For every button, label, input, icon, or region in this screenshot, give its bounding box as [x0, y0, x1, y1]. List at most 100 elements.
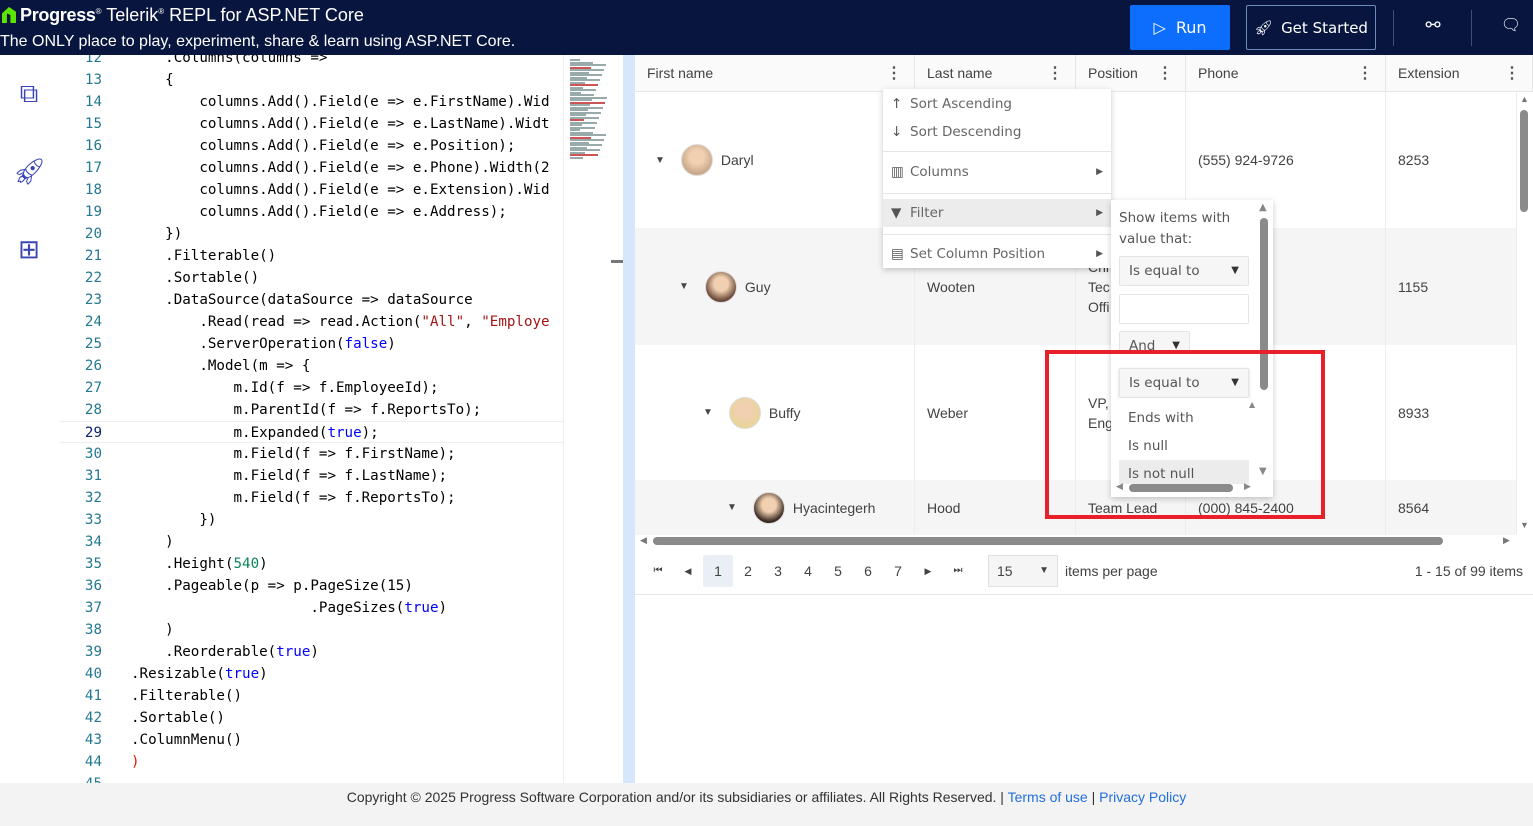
page-size-dropdown[interactable]: 15 ▼	[988, 555, 1058, 587]
menu-item-sort-descending[interactable]: ↓ Sort Descending	[883, 118, 1111, 146]
last-page-icon[interactable]: ⏭	[943, 555, 973, 587]
line-number: 24	[84, 314, 102, 330]
expand-caret-icon[interactable]: ▼	[727, 502, 737, 513]
code-line[interactable]: 44)	[60, 751, 563, 773]
privacy-policy-link[interactable]: Privacy Policy	[1099, 789, 1186, 805]
column-menu-icon[interactable]: ⋮	[1157, 55, 1173, 92]
code-line[interactable]: 37 .PageSizes(true)	[60, 597, 563, 619]
code-line[interactable]: 41 .Filterable()	[60, 685, 563, 707]
feedback-icon[interactable]: 🗨︎	[1498, 15, 1524, 41]
splitter-bar[interactable]	[623, 55, 635, 783]
code-line[interactable]: 19 columns.Add().Field(e => e.Address);	[60, 201, 563, 223]
code-line[interactable]: 14 columns.Add().Field(e => e.FirstName)…	[60, 91, 563, 113]
scroll-up-icon[interactable]: ▲	[1520, 94, 1529, 104]
page-4-button[interactable]: 4	[793, 555, 823, 587]
code-line[interactable]: 33 })	[60, 509, 563, 531]
menu-label: Sort Descending	[910, 124, 1022, 140]
menu-item-sort-ascending[interactable]: ↑ Sort Ascending	[883, 90, 1111, 118]
code-line[interactable]: 31 m.Field(f => f.LastName);	[60, 465, 563, 487]
code-line[interactable]: 25 .ServerOperation(false)	[60, 333, 563, 355]
code-line[interactable]: 24 .Read(read => read.Action("All", "Emp…	[60, 311, 563, 333]
expand-caret-icon[interactable]: ▼	[655, 155, 665, 166]
code-line[interactable]: 21 .Filterable()	[60, 245, 563, 267]
line-number: 35	[84, 556, 102, 572]
code-line[interactable]: 34 )	[60, 531, 563, 553]
splitter-grip[interactable]	[611, 260, 623, 263]
prev-page-icon[interactable]: ◀	[673, 555, 703, 587]
code-line[interactable]: 39 .Reorderable(true)	[60, 641, 563, 663]
menu-item-filter[interactable]: ▼ Filter ▶	[883, 199, 1111, 227]
code-line[interactable]: 32 m.Field(f => f.ReportsTo);	[60, 487, 563, 509]
code-line[interactable]: 18 columns.Add().Field(e => e.Extension)…	[60, 179, 563, 201]
code-line[interactable]: 45	[60, 773, 563, 783]
pane-splitter[interactable]	[611, 55, 635, 783]
menu-item-set-column-position[interactable]: ▤ Set Column Position ▶	[883, 240, 1111, 268]
expand-caret-icon[interactable]: ▼	[703, 407, 713, 418]
dropdown-value: Is equal to	[1129, 263, 1200, 279]
code-line[interactable]: 40 .Resizable(true)	[60, 663, 563, 685]
code-token: m.Field(f => f.ReportsTo);	[131, 490, 456, 506]
code-line[interactable]: 30 m.Field(f => f.FirstName);	[60, 443, 563, 465]
code-line[interactable]: 13 {	[60, 69, 563, 91]
code-line[interactable]: 28 m.ParentId(f => f.ReportsTo);	[60, 399, 563, 421]
column-header-position[interactable]: Position ⋮	[1076, 55, 1186, 92]
code-line[interactable]: 43 .ColumnMenu()	[60, 729, 563, 751]
share-icon[interactable]: ⚯	[1420, 15, 1446, 41]
scroll-up-icon[interactable]: ▲	[1259, 202, 1267, 213]
column-header-first-name[interactable]: First name ⋮	[635, 55, 915, 92]
code-line[interactable]: 12 .Columns(columns =>	[60, 55, 563, 69]
code-line[interactable]: 22 .Sortable()	[60, 267, 563, 289]
code-line[interactable]: 16 columns.Add().Field(e => e.Position);	[60, 135, 563, 157]
first-page-icon[interactable]: ⏮	[643, 555, 673, 587]
add-snippet-icon[interactable]: ⊞	[13, 233, 45, 265]
line-number: 26	[84, 358, 102, 374]
page-7-button[interactable]: 7	[883, 555, 913, 587]
column-header-extension[interactable]: Extension ⋮	[1386, 55, 1533, 92]
code-line[interactable]: 15 columns.Add().Field(e => e.LastName).…	[60, 113, 563, 135]
code-line[interactable]: 36 .Pageable(p => p.PageSize(15)	[60, 575, 563, 597]
code-line[interactable]: 23 .DataSource(dataSource => dataSource	[60, 289, 563, 311]
code-line[interactable]: 29 m.Expanded(true);	[60, 421, 563, 443]
filter-operator-1-dropdown[interactable]: Is equal to ▼	[1119, 256, 1249, 286]
page-6-button[interactable]: 6	[853, 555, 883, 587]
code-line[interactable]: 38 )	[60, 619, 563, 641]
code-line[interactable]: 20 })	[60, 223, 563, 245]
column-menu-icon[interactable]: ⋮	[1357, 55, 1373, 92]
menu-item-columns[interactable]: ▥ Columns ▶	[883, 158, 1111, 186]
expand-caret-icon[interactable]: ▼	[679, 281, 689, 292]
copy-icon[interactable]: ⧉	[13, 77, 45, 109]
scroll-thumb[interactable]	[653, 537, 1443, 545]
page-3-button[interactable]: 3	[763, 555, 793, 587]
rocket-icon: 🚀︎	[1254, 18, 1274, 37]
header-label: Position	[1088, 65, 1138, 81]
code-token: .Resizable(	[131, 666, 225, 682]
scroll-left-icon[interactable]: ◀	[640, 535, 647, 546]
page-1-button[interactable]: 1	[703, 555, 733, 587]
page-5-button[interactable]: 5	[823, 555, 853, 587]
code-editor[interactable]: 12 .Columns(columns => 13 {14 columns.Add…	[60, 55, 563, 783]
code-line[interactable]: 42 .Sortable()	[60, 707, 563, 729]
vertical-scrollbar[interactable]: ▲ ▼	[1517, 92, 1533, 535]
page-2-button[interactable]: 2	[733, 555, 763, 587]
scroll-down-icon[interactable]: ▼	[1520, 520, 1529, 530]
code-line[interactable]: 27 m.Id(f => f.EmployeeId);	[60, 377, 563, 399]
code-line[interactable]: 17 columns.Add().Field(e => e.Phone).Wid…	[60, 157, 563, 179]
get-started-button[interactable]: 🚀︎ Get Started	[1246, 5, 1376, 50]
filter-value-1-input[interactable]	[1119, 294, 1249, 324]
next-page-icon[interactable]: ▶	[913, 555, 943, 587]
code-token: true	[224, 666, 260, 682]
column-header-phone[interactable]: Phone ⋮	[1186, 55, 1386, 92]
rocket-icon[interactable]: 🚀︎	[13, 155, 46, 187]
run-button[interactable]: ▷ Run	[1130, 5, 1230, 50]
column-menu-icon[interactable]: ⋮	[886, 55, 902, 92]
column-header-last-name[interactable]: Last name ⋮	[915, 55, 1076, 92]
scroll-right-icon[interactable]: ▶	[1503, 535, 1510, 546]
horizontal-scrollbar[interactable]: ◀ ▶	[635, 535, 1517, 547]
code-line[interactable]: 26 .Model(m => {	[60, 355, 563, 377]
column-menu-icon[interactable]: ⋮	[1047, 55, 1063, 92]
code-line[interactable]: 35 .Height(540)	[60, 553, 563, 575]
column-menu-icon[interactable]: ⋮	[1504, 55, 1520, 92]
scroll-thumb[interactable]	[1520, 110, 1528, 212]
terms-of-use-link[interactable]: Terms of use	[1008, 789, 1088, 805]
code-minimap[interactable]	[563, 55, 611, 783]
